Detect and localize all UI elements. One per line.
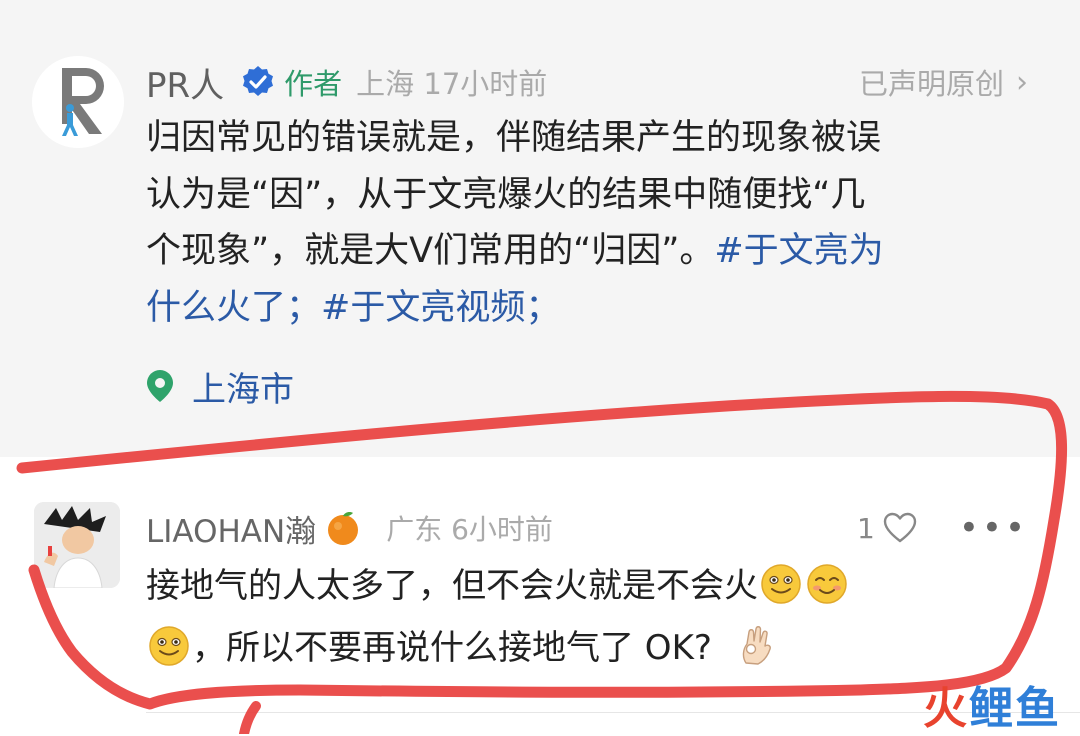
comment-actions: 1 ••• — [857, 503, 1028, 553]
original-claim-label: 已声明原创 — [858, 67, 1004, 101]
comment-location-time: 广东 6小时前 — [386, 513, 553, 546]
author-avatar[interactable] — [32, 56, 124, 148]
verified-check-icon — [243, 66, 274, 96]
commenter-name[interactable]: LIAOHAN瀚 — [146, 506, 316, 551]
hashtag-link[interactable]: 什么火了；#于文亮视频； — [146, 288, 560, 328]
author-name[interactable]: PR人 — [146, 58, 224, 107]
smile-emoji — [149, 626, 189, 666]
smile-emoji — [761, 564, 801, 604]
hashtag-link[interactable]: #于文亮为 — [714, 231, 883, 271]
more-dots-icon[interactable]: ••• — [959, 508, 1028, 548]
chevron-right-icon: › — [1016, 64, 1028, 100]
location-pin-icon — [147, 370, 173, 402]
watermark-logo: 火鲤鱼 — [923, 683, 1061, 734]
heart-outline-icon[interactable] — [883, 512, 917, 544]
ok-hand-emoji — [742, 626, 771, 665]
post-location-link[interactable]: 上海市 — [146, 360, 294, 412]
post-body: 归因常见的错误就是，伴随结果产生的现象被误 认为是“因”，从于文亮爆火的结果中随… — [146, 110, 1046, 336]
post-card: PR人 作者 上海 17小时前 已声明原创 › 归因常见的错误就是，伴随结果产生… — [0, 0, 1080, 457]
comment-body: 接地气的人太多了，但不会火就是不会火 ，所以不要再说什么接地气了 OK? — [146, 555, 1046, 679]
comment-header: LIAOHAN瀚 广东 6小时前 1 ••• — [146, 503, 1046, 553]
location-label: 上海市 — [192, 369, 294, 410]
comment-line: ，所以不要再说什么接地气了 OK? — [146, 617, 1046, 679]
post-author-row: PR人 作者 上海 17小时前 已声明原创 › — [146, 56, 1046, 108]
orange-fruit-icon — [328, 512, 359, 545]
comment-line: 接地气的人太多了，但不会火就是不会火 — [146, 555, 1046, 617]
like-count: 1 — [857, 511, 875, 545]
post-location-time: 上海 17小时前 — [356, 67, 548, 101]
blush-emoji — [807, 564, 847, 604]
post-body-line: 认为是“因”，从于文亮爆火的结果中随便找“几 — [146, 174, 866, 215]
post-body-line: 个现象”，就是大V们常用的“归因”。#于文亮为 — [146, 231, 884, 271]
post-body-line: 归因常见的错误就是，伴随结果产生的现象被误 — [146, 118, 882, 158]
original-claim-link[interactable]: 已声明原创 › — [859, 56, 1028, 108]
commenter-avatar[interactable] — [34, 502, 120, 588]
author-role-badge: 作者 — [284, 67, 343, 101]
post-body-line: 什么火了；#于文亮视频； — [146, 280, 1046, 337]
